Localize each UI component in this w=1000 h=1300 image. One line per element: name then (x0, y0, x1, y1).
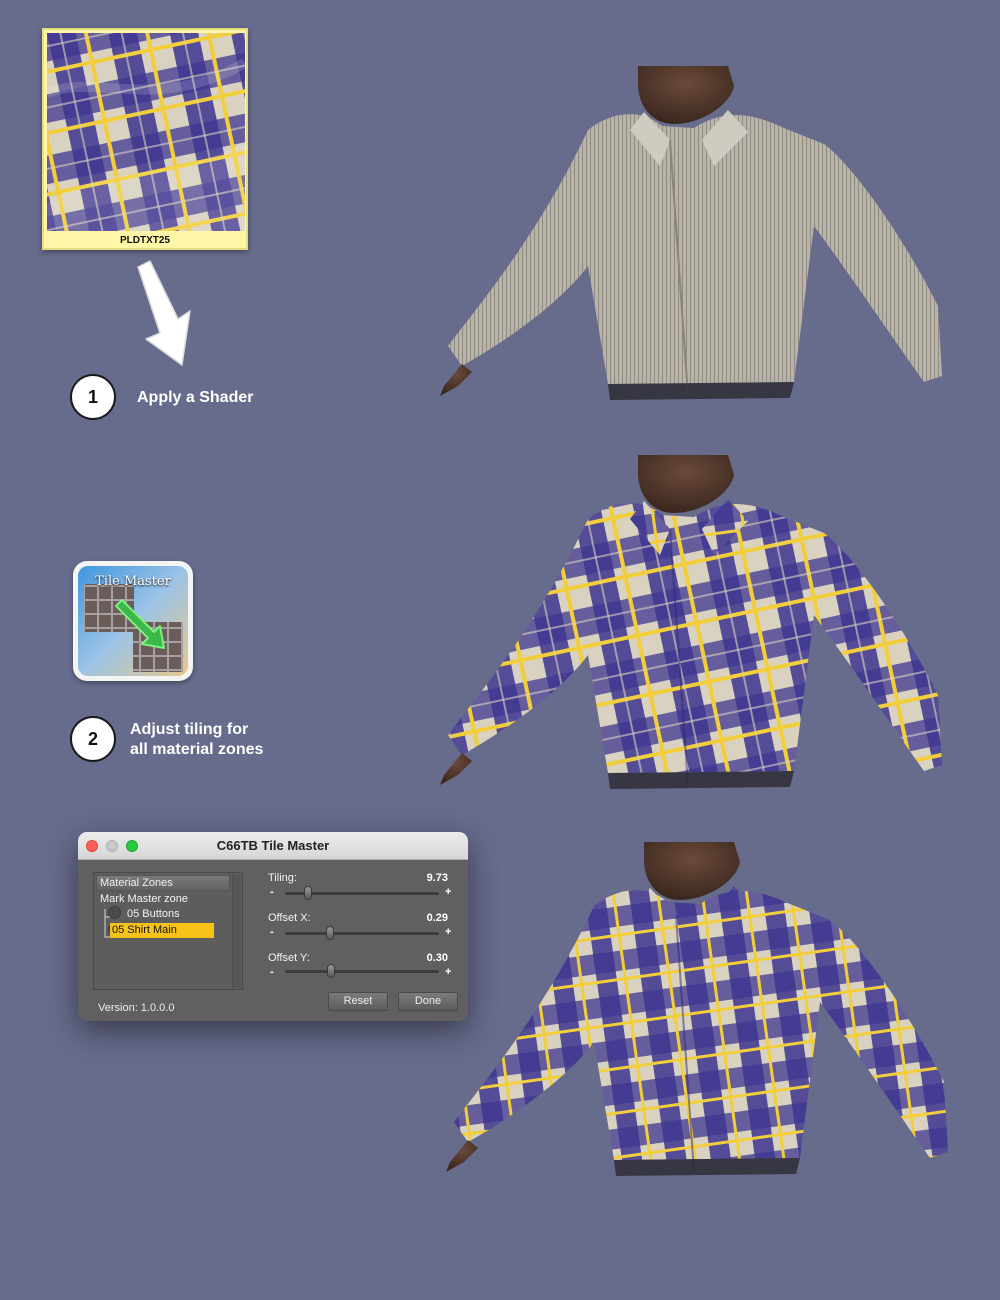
tile-master-app-icon[interactable]: Tile Master (73, 561, 193, 681)
offset-x-slider-track[interactable] (285, 932, 439, 935)
tiling-decrement[interactable]: - (270, 886, 274, 898)
dialog-titlebar[interactable]: C66TB Tile Master (78, 832, 468, 860)
plaid-swatch-image (47, 33, 245, 231)
tiling-value: 9.73 (426, 872, 448, 884)
render-plaid-shirt-after-tiling (446, 842, 948, 1176)
offset-y-slider-thumb[interactable] (327, 964, 336, 978)
render-plain-shirt (440, 66, 942, 400)
step-2-label-line2: all material zones (130, 741, 264, 758)
step-1-badge: 1 (70, 374, 116, 420)
step-2-label-line1: Adjust tiling for (130, 721, 249, 738)
step-1-label: Apply a Shader (137, 389, 254, 406)
tiling-label: Tiling: (268, 872, 297, 884)
zones-scrollbar[interactable] (232, 874, 241, 988)
offset-y-label: Offset Y: (268, 952, 310, 964)
offset-y-value: 0.30 (426, 952, 448, 964)
reset-button[interactable]: Reset (328, 992, 388, 1011)
offset-x-decrement[interactable]: - (270, 926, 274, 938)
dialog-title: C66TB Tile Master (216, 838, 330, 853)
swatch-label: PLDTXT25 (119, 235, 170, 246)
zone-item-shirt-main-selected[interactable]: 05 Shirt Main (110, 923, 214, 938)
step-2-badge: 2 (70, 716, 116, 762)
offset-x-label: Offset X: (268, 912, 311, 924)
zone-item-buttons[interactable]: 05 Buttons (127, 908, 180, 920)
material-zones-header[interactable]: Material Zones (96, 875, 230, 891)
zone-master-radio-buttons[interactable] (108, 906, 121, 919)
tile-master-dialog: C66TB Tile Master Material Zones Mark Ma… (78, 832, 468, 1021)
step-2-label: Adjust tiling for all material zones (130, 720, 263, 760)
tiling-slider-thumb[interactable] (304, 886, 313, 900)
down-arrow-icon (137, 260, 191, 366)
offset-y-decrement[interactable]: - (270, 966, 274, 978)
mark-master-zone-label: Mark Master zone (100, 893, 189, 905)
shader-swatch[interactable]: PLDTXT25 (42, 28, 248, 250)
render-plaid-shirt-before-tiling (440, 455, 942, 789)
version-label: Version: 1.0.0.0 (98, 1002, 175, 1014)
offset-x-slider-thumb[interactable] (325, 926, 334, 940)
app-icon-title: Tile Master (95, 574, 171, 589)
offset-y-slider-track[interactable] (285, 970, 439, 973)
offset-x-value: 0.29 (426, 912, 448, 924)
